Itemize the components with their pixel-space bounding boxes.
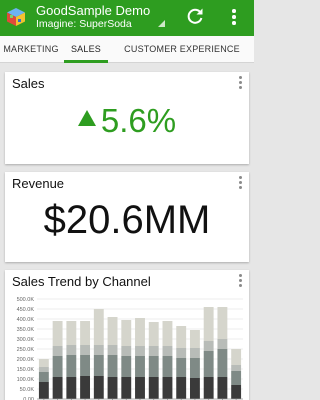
bar-segment — [203, 307, 214, 341]
bar-segment — [121, 346, 132, 356]
bar-segment — [231, 385, 242, 399]
sales-trend-chart: 0.0050.0K100.0K150.0K200.0K250.0K300.0K3… — [17, 297, 243, 400]
bar-segment — [80, 345, 91, 355]
card-menu-icon[interactable] — [237, 273, 245, 289]
bar-segment — [107, 355, 118, 377]
sales-kpi: 5.6% — [5, 102, 249, 140]
bar-segment — [148, 377, 159, 399]
y-tick-label: 100.0K — [17, 377, 35, 383]
sales-card[interactable]: Sales 5.6% — [5, 72, 249, 164]
y-tick-label: 150.0K — [17, 367, 35, 373]
trend-up-icon — [77, 110, 96, 126]
bar-segment — [121, 356, 132, 377]
bar-segment — [52, 346, 63, 356]
bar-segment — [189, 358, 200, 378]
revenue-card[interactable]: Revenue $20.6MM — [5, 172, 249, 262]
bar-segment — [52, 321, 63, 346]
card-title: Revenue — [12, 176, 65, 191]
bar-segment — [217, 349, 228, 377]
sales-trend-card[interactable]: Sales Trend by Channel 0.00 50.0K 100.0K 15… — [5, 270, 249, 400]
bar-segment — [93, 345, 104, 355]
bar-segment — [52, 356, 63, 377]
bar-segment — [135, 377, 145, 399]
bar-segment — [148, 322, 159, 346]
card-menu-icon[interactable] — [237, 175, 245, 191]
bar-segment — [176, 348, 187, 358]
bar-segment — [148, 346, 159, 356]
bar-segment — [38, 359, 49, 367]
tab-customer-experience[interactable]: CUSTOMER EXPERIENCE — [110, 36, 254, 63]
sales-kpi-value: 5.6% — [100, 102, 177, 139]
bar-segment — [66, 321, 77, 345]
bar-segment — [162, 346, 173, 356]
bar-segment — [162, 321, 173, 346]
bar-segment — [38, 372, 49, 382]
app-bar: GoodSample Demo Imagine: SuperSoda — [0, 0, 254, 36]
bar-segment — [189, 378, 200, 399]
bar-segment — [189, 348, 200, 358]
app-title: GoodSample Demo — [36, 3, 151, 18]
bar-segment — [93, 355, 104, 376]
bar-segment — [80, 376, 91, 399]
dropdown-corner-icon[interactable] — [158, 20, 165, 27]
refresh-icon[interactable] — [184, 5, 206, 27]
more-vert-icon[interactable] — [226, 5, 242, 27]
y-tick-label: 50.0K — [20, 387, 35, 393]
bar-segment — [93, 309, 104, 345]
tab-bar: MARKETING SALES CUSTOMER EXPERIENCE — [0, 36, 254, 63]
bar-segment — [80, 355, 91, 376]
bar-segment — [38, 382, 49, 399]
bar-segment — [66, 355, 77, 377]
cube-logo-icon — [7, 8, 25, 26]
tab-sales[interactable]: SALES — [64, 36, 108, 63]
bar-segment — [231, 365, 242, 371]
y-tick-label: 450.0K — [17, 307, 35, 313]
y-tick-label: 350.0K — [17, 327, 35, 333]
bar-segment — [66, 345, 77, 355]
bar-segment — [176, 326, 187, 348]
bar-segment — [217, 307, 228, 339]
bar-segment — [135, 318, 145, 346]
bar-segment — [217, 377, 228, 399]
bar-segment — [162, 356, 173, 377]
card-title: Sales — [12, 76, 45, 91]
bar-segment — [176, 358, 187, 377]
app-subtitle[interactable]: Imagine: SuperSoda — [36, 18, 132, 30]
revenue-kpi-value: $20.6MM — [43, 198, 211, 242]
bar-segment — [107, 317, 118, 345]
bar-segment — [203, 341, 214, 351]
bar-segment — [176, 377, 187, 399]
y-tick-label: 300.0K — [17, 337, 35, 343]
card-title: Sales Trend by Channel — [12, 274, 151, 289]
bar-segment — [189, 330, 200, 348]
bar-segment — [203, 377, 214, 399]
y-tick-label: 200.0K — [17, 357, 35, 363]
bar-segment — [121, 320, 132, 346]
bar-segment — [107, 345, 118, 355]
bar-segment — [121, 377, 132, 399]
y-tick-label: 250.0K — [17, 347, 35, 353]
bar-segment — [231, 349, 242, 365]
bar-segment — [38, 367, 49, 372]
bar-segment — [217, 339, 228, 349]
tab-marketing[interactable]: MARKETING — [0, 36, 62, 63]
bar-segment — [135, 346, 145, 356]
bar-segment — [52, 377, 63, 399]
bar-segment — [80, 321, 91, 345]
bar-segment — [66, 377, 77, 399]
bar-segment — [107, 377, 118, 399]
bar-segment — [93, 376, 104, 399]
y-tick-label: 400.0K — [17, 317, 35, 323]
bar-segment — [148, 356, 159, 377]
bar-segment — [231, 371, 242, 385]
y-tick-label: 500.0K — [17, 297, 35, 303]
card-menu-icon[interactable] — [237, 75, 245, 91]
bar-segment — [162, 377, 173, 399]
bar-segment — [203, 351, 214, 377]
bar-segment — [135, 356, 145, 377]
